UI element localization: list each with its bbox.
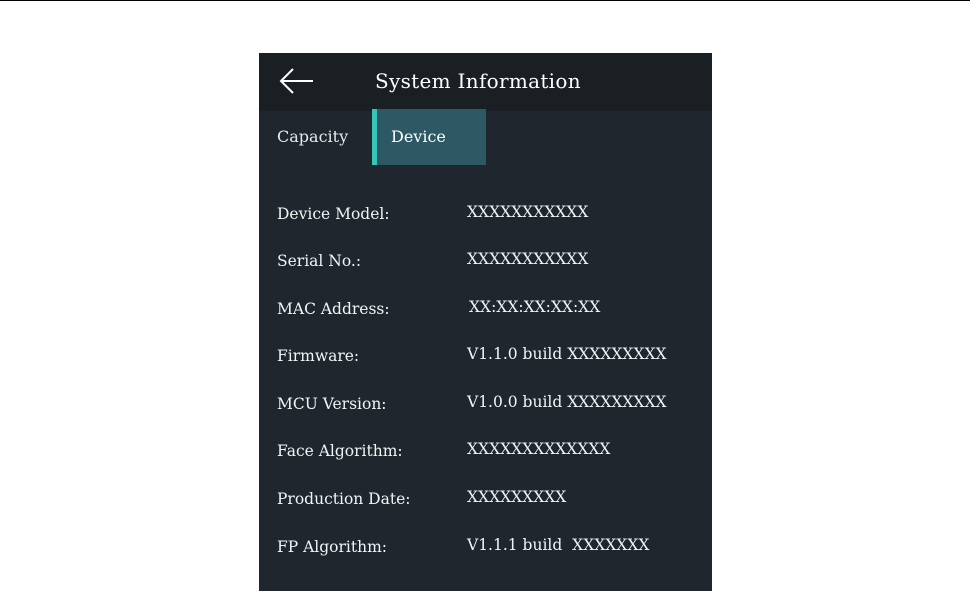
- info-row-mac-address: MAC Address: XX:XX:XX:XX:XX: [259, 298, 712, 330]
- info-value: V1.1.0 build XXXXXXXXX: [467, 345, 667, 363]
- info-label: Device Model:: [277, 205, 390, 223]
- page-title: System Information: [375, 69, 581, 93]
- info-row-production-date: Production Date: XXXXXXXXX: [259, 488, 712, 520]
- info-label: MCU Version:: [277, 395, 387, 413]
- tab-bar: Capacity Device: [259, 109, 712, 165]
- info-label: Firmware:: [277, 347, 360, 365]
- info-value: XXXXXXXXXXXXX: [467, 440, 611, 458]
- info-value: V1.0.0 build XXXXXXXXX: [467, 393, 667, 411]
- info-row-device-model: Device Model: XXXXXXXXXXX: [259, 203, 712, 235]
- arrow-left-icon: [279, 68, 313, 94]
- info-label: Face Algorithm:: [277, 442, 403, 460]
- title-bar: System Information: [259, 53, 712, 111]
- info-row-serial-no: Serial No.: XXXXXXXXXXX: [259, 250, 712, 282]
- info-value: XXXXXXXXXXX: [467, 250, 589, 268]
- info-label: Serial No.:: [277, 252, 362, 270]
- info-row-fp-algorithm: FP Algorithm: V1.1.1 build XXXXXXX: [259, 536, 712, 568]
- top-divider: [0, 0, 970, 1]
- info-label: FP Algorithm:: [277, 538, 388, 556]
- info-label: MAC Address:: [277, 300, 390, 318]
- info-row-firmware: Firmware: V1.1.0 build XXXXXXXXX: [259, 345, 712, 377]
- info-value: XXXXXXXXXXX: [467, 203, 589, 221]
- back-button[interactable]: [275, 65, 319, 97]
- info-label: Production Date:: [277, 490, 411, 508]
- info-value: XX:XX:XX:XX:XX: [469, 298, 601, 316]
- info-value: V1.1.1 build XXXXXXX: [467, 536, 650, 554]
- info-value: XXXXXXXXX: [467, 488, 567, 506]
- info-row-mcu-version: MCU Version: V1.0.0 build XXXXXXXXX: [259, 393, 712, 425]
- tab-capacity[interactable]: Capacity: [259, 109, 372, 165]
- tab-device[interactable]: Device: [372, 109, 486, 165]
- info-row-face-algorithm: Face Algorithm: XXXXXXXXXXXXX: [259, 440, 712, 472]
- device-screen: System Information Capacity Device Devic…: [259, 53, 712, 591]
